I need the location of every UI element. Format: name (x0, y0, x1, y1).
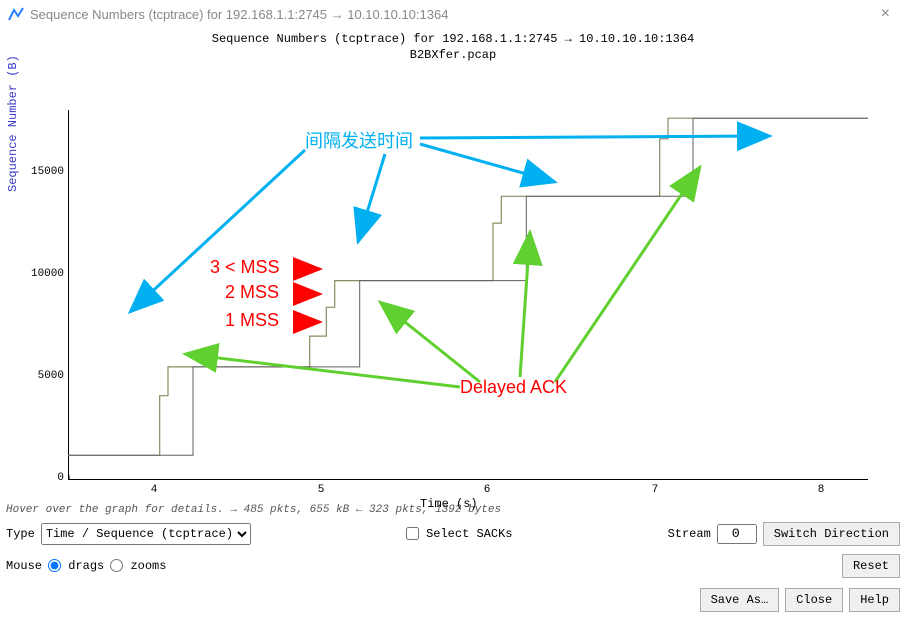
mouse-zooms-radio[interactable] (110, 559, 123, 572)
annot-interval: 间隔发送时间 (305, 127, 413, 153)
titlebar: Sequence Numbers (tcptrace) for 192.168.… (0, 0, 906, 28)
xtick-6: 6 (477, 484, 497, 496)
chart-subtitle: B2BXfer.pcap (0, 48, 906, 62)
ytick-10000: 10000 (26, 268, 64, 280)
mouse-zooms-text: zooms (130, 559, 166, 573)
y-axis-label: Sequence Number (B) (6, 55, 20, 192)
chart-area[interactable]: Sequence Numbers (tcptrace) for 192.168.… (0, 32, 906, 502)
window-title: Sequence Numbers (tcptrace) for 192.168.… (30, 7, 448, 22)
help-button[interactable]: Help (849, 588, 900, 612)
xtick-7: 7 (645, 484, 665, 496)
reset-button[interactable]: Reset (842, 554, 900, 578)
wireshark-icon (8, 6, 24, 22)
axis-ticks (69, 110, 869, 480)
annot-mss2: 2 MSS (225, 282, 279, 303)
xtick-5: 5 (311, 484, 331, 496)
x-axis-label: Time (s) (420, 497, 478, 511)
save-as-button[interactable]: Save As… (700, 588, 780, 612)
ytick-15000: 15000 (26, 166, 64, 178)
controls-row-1: Type Time / Sequence (tcptrace) Select S… (0, 518, 906, 550)
annot-delayed-ack: Delayed ACK (460, 377, 567, 398)
close-icon[interactable]: × (873, 5, 898, 23)
bottom-buttons: Save As… Close Help (0, 582, 906, 618)
select-sacks-text: Select SACKs (426, 527, 512, 541)
mouse-label: Mouse (6, 559, 42, 573)
type-label: Type (6, 527, 35, 541)
select-sacks-checkbox[interactable] (406, 527, 419, 540)
mouse-drags-text: drags (68, 559, 104, 573)
annot-mss3: 3 < MSS (210, 257, 280, 278)
ytick-5000: 5000 (26, 370, 64, 382)
controls-row-2: Mouse drags zooms Reset (0, 550, 906, 582)
plot-frame (68, 110, 868, 480)
select-sacks-label[interactable]: Select SACKs (406, 527, 513, 541)
mouse-drags-label[interactable]: drags (48, 559, 104, 573)
close-button[interactable]: Close (785, 588, 843, 612)
annot-mss1: 1 MSS (225, 310, 279, 331)
mouse-drags-radio[interactable] (48, 559, 61, 572)
stream-spinner[interactable] (717, 524, 757, 544)
mouse-zooms-label[interactable]: zooms (110, 559, 166, 573)
switch-direction-button[interactable]: Switch Direction (763, 522, 900, 546)
chart-title: Sequence Numbers (tcptrace) for 192.168.… (0, 32, 906, 46)
stream-label: Stream (668, 527, 711, 541)
xtick-4: 4 (144, 484, 164, 496)
type-select[interactable]: Time / Sequence (tcptrace) (41, 523, 251, 545)
xtick-8: 8 (811, 484, 831, 496)
ytick-0: 0 (26, 472, 64, 484)
